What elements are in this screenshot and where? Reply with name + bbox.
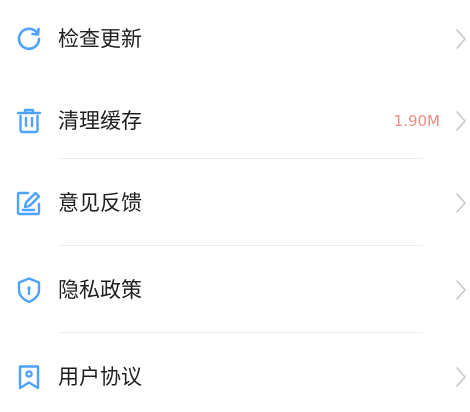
check-update-item[interactable]: 检查更新 <box>0 10 470 70</box>
settings-menu: 检查更新 清理缓存 1.90M 意见反馈 隐私政策 用户协议 <box>0 0 470 412</box>
bookmark-icon <box>14 362 44 392</box>
edit-icon <box>14 188 44 218</box>
chevron-right-icon <box>454 190 468 216</box>
refresh-icon <box>14 24 44 54</box>
clear-cache-item[interactable]: 清理缓存 1.90M <box>0 92 470 152</box>
menu-item-label: 隐私政策 <box>58 278 142 302</box>
user-agreement-item[interactable]: 用户协议 <box>0 348 470 408</box>
feedback-item[interactable]: 意见反馈 <box>0 174 470 234</box>
chevron-right-icon <box>454 108 468 134</box>
menu-item-label: 用户协议 <box>58 365 142 389</box>
divider <box>58 158 423 159</box>
menu-item-label: 检查更新 <box>58 27 142 51</box>
menu-item-label: 意见反馈 <box>58 191 142 215</box>
menu-item-label: 清理缓存 <box>58 109 142 133</box>
cache-size-value: 1.90M <box>393 112 440 130</box>
divider <box>58 332 423 333</box>
trash-icon <box>14 106 44 136</box>
chevron-right-icon <box>454 277 468 303</box>
privacy-policy-item[interactable]: 隐私政策 <box>0 261 470 321</box>
shield-icon <box>14 275 44 305</box>
chevron-right-icon <box>454 26 468 52</box>
divider <box>58 245 423 246</box>
chevron-right-icon <box>454 364 468 390</box>
